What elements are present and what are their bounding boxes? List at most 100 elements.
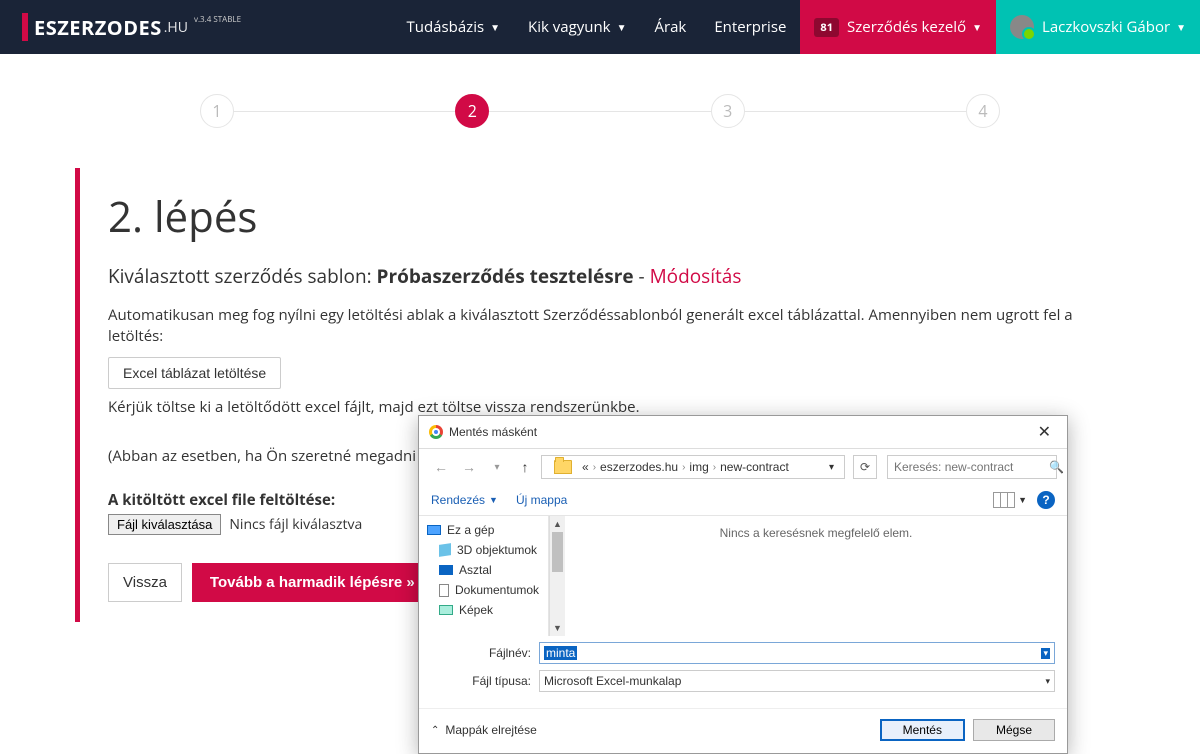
- cube-icon: [439, 543, 451, 557]
- avatar-icon: [1010, 15, 1034, 39]
- view-icon: [993, 492, 1015, 508]
- nav-enterprise[interactable]: Enterprise: [700, 0, 800, 54]
- dialog-body: Ez a gép 3D objektumok Asztal Dokumentum…: [419, 516, 1067, 636]
- caret-down-icon: ▼: [490, 20, 500, 34]
- subtitle-sep: -: [634, 263, 650, 289]
- filetype-label: Fájl típusa:: [431, 674, 531, 688]
- file-list-empty: Nincs a keresésnek megfelelő elem.: [565, 516, 1067, 636]
- folder-tree[interactable]: Ez a gép 3D objektumok Asztal Dokumentum…: [419, 516, 549, 636]
- tree-label: Asztal: [459, 563, 492, 577]
- excel-download-button[interactable]: Excel táblázat letöltése: [108, 357, 281, 389]
- caret-down-icon: ▼: [489, 495, 498, 505]
- count-badge: 81: [814, 18, 839, 37]
- intro-paragraph: Automatikusan meg fog nyílni egy letölté…: [108, 305, 1125, 347]
- search-input[interactable]: [894, 460, 1049, 474]
- nav-forward-icon[interactable]: →: [457, 455, 481, 479]
- nav-up-icon[interactable]: ↑: [513, 455, 537, 479]
- logo-text: ESZERZODES: [34, 14, 162, 41]
- tree-scrollbar[interactable]: ▲ ▼: [549, 516, 565, 636]
- search-icon[interactable]: 🔍: [1049, 460, 1064, 474]
- new-folder-button[interactable]: Új mappa: [516, 493, 567, 507]
- nav-label: Kik vagyunk: [528, 17, 611, 37]
- pictures-icon: [439, 605, 453, 615]
- breadcrumb-dropdown-icon[interactable]: ▾: [825, 462, 838, 473]
- header-bar: ESZERZODES .HU v.3.4 STABLE Tudásbázis ▼…: [0, 0, 1200, 54]
- sort-label: Rendezés: [431, 493, 485, 507]
- scroll-thumb[interactable]: [552, 532, 563, 572]
- modify-link[interactable]: Módosítás: [650, 263, 742, 289]
- nav-label: Szerződés kezelő: [847, 17, 966, 37]
- dropdown-icon[interactable]: ▾: [1045, 676, 1050, 687]
- tree-item-documents[interactable]: Dokumentumok: [425, 580, 542, 600]
- back-button[interactable]: Vissza: [108, 563, 182, 602]
- document-icon: [439, 584, 449, 597]
- logo-accent-bar: [22, 13, 28, 41]
- filename-label: Fájlnév:: [431, 646, 531, 660]
- chevron-right-icon: ›: [682, 462, 685, 473]
- sort-button[interactable]: Rendezés ▼: [431, 493, 498, 507]
- close-icon[interactable]: ✕: [1032, 422, 1057, 442]
- help-icon[interactable]: ?: [1037, 491, 1055, 509]
- logo[interactable]: ESZERZODES .HU v.3.4 STABLE: [0, 13, 241, 41]
- scroll-down-icon[interactable]: ▼: [550, 620, 565, 636]
- next-button[interactable]: Tovább a harmadik lépésre »: [192, 563, 433, 602]
- hide-folders-label: Mappák elrejtése: [445, 723, 536, 737]
- caret-down-icon: ▼: [1176, 20, 1186, 34]
- pc-icon: [427, 525, 441, 535]
- save-button[interactable]: Mentés: [880, 719, 965, 741]
- logo-suffix: .HU: [164, 18, 188, 37]
- dialog-titlebar[interactable]: Mentés másként ✕: [419, 416, 1067, 449]
- dialog-toolbar: Rendezés ▼ Új mappa ▼ ?: [419, 485, 1067, 516]
- tree-item-3d[interactable]: 3D objektumok: [425, 540, 542, 560]
- nav-arak[interactable]: Árak: [640, 0, 700, 54]
- search-box[interactable]: 🔍: [887, 455, 1057, 479]
- crumb-ellipsis: «: [582, 460, 589, 474]
- nav-label: Tudásbázis: [407, 17, 485, 37]
- nav-szerzodes-kezelo[interactable]: 81 Szerződés kezelő ▼: [800, 0, 996, 54]
- tree-label: Képek: [459, 603, 493, 617]
- scroll-up-icon[interactable]: ▲: [550, 516, 565, 532]
- dropdown-icon[interactable]: ▾: [1041, 648, 1050, 659]
- crumb-item[interactable]: new-contract: [720, 460, 789, 474]
- step-1[interactable]: 1: [200, 94, 234, 128]
- subtitle-prefix: Kiválasztott szerződés sablon:: [108, 263, 377, 289]
- caret-down-icon: ▼: [972, 20, 982, 34]
- dialog-fields: Fájlnév: minta ▾ Fájl típusa: Microsoft …: [419, 636, 1067, 704]
- crumb-item[interactable]: eszerzodes.hu: [600, 460, 678, 474]
- chrome-icon: [429, 425, 443, 439]
- dialog-nav-row: ← → ▾ ↑ « › eszerzodes.hu › img › new-co…: [419, 449, 1067, 485]
- version-badge: v.3.4 STABLE: [194, 14, 241, 25]
- tree-item-desktop[interactable]: Asztal: [425, 560, 542, 580]
- refresh-icon[interactable]: ⟳: [853, 455, 877, 479]
- save-as-dialog: Mentés másként ✕ ← → ▾ ↑ « › eszerzodes.…: [418, 415, 1068, 754]
- filename-value: minta: [544, 646, 577, 660]
- hide-folders-toggle[interactable]: ⌃ Mappák elrejtése: [431, 723, 537, 737]
- nav-user-menu[interactable]: Laczkovszki Gábor ▼: [996, 0, 1200, 54]
- tree-label: Ez a gép: [447, 523, 494, 537]
- file-choose-button[interactable]: Fájl kiválasztása: [108, 514, 221, 535]
- tree-item-pc[interactable]: Ez a gép: [425, 520, 542, 540]
- nav-kik-vagyunk[interactable]: Kik vagyunk ▼: [514, 0, 640, 54]
- cancel-button[interactable]: Mégse: [973, 719, 1055, 741]
- caret-down-icon: ▼: [617, 20, 627, 34]
- stepper: 1 2 3 4: [200, 94, 1000, 128]
- chevron-right-icon: ›: [593, 462, 596, 473]
- dialog-footer: ⌃ Mappák elrejtése Mentés Mégse: [419, 708, 1067, 753]
- nav-tudasbazis[interactable]: Tudásbázis ▼: [393, 0, 515, 54]
- view-mode-button[interactable]: ▼: [993, 492, 1027, 508]
- page-title: 2. lépés: [108, 188, 1125, 245]
- step-3[interactable]: 3: [711, 94, 745, 128]
- tree-item-pictures[interactable]: Képek: [425, 600, 542, 620]
- breadcrumb[interactable]: « › eszerzodes.hu › img › new-contract ▾: [541, 455, 845, 479]
- step-2[interactable]: 2: [455, 94, 489, 128]
- step-4[interactable]: 4: [966, 94, 1000, 128]
- template-subtitle: Kiválasztott szerződés sablon: Próbaszer…: [108, 263, 1125, 289]
- folder-icon: [554, 460, 572, 474]
- crumb-item[interactable]: img: [689, 460, 708, 474]
- nav-back-icon[interactable]: ←: [429, 455, 453, 479]
- filetype-select[interactable]: Microsoft Excel-munkalap ▾: [539, 670, 1055, 692]
- nav-recent-icon[interactable]: ▾: [485, 455, 509, 479]
- nav-label: Enterprise: [714, 17, 786, 37]
- tree-label: 3D objektumok: [457, 543, 537, 557]
- filename-input[interactable]: minta ▾: [539, 642, 1055, 664]
